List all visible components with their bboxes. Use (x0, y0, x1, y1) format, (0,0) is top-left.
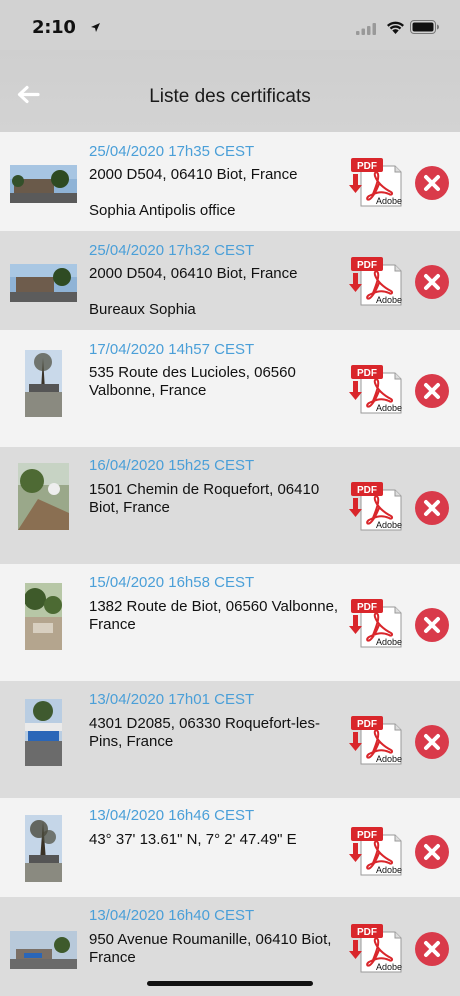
page-title: Liste des certificats (149, 86, 311, 107)
delete-x-icon (415, 166, 449, 200)
pdf-adobe-icon: PDF Adobe (349, 924, 402, 973)
certificate-photo (10, 165, 77, 203)
adobe-brand-text: Adobe (376, 196, 402, 206)
pdf-badge-text: PDF (357, 260, 377, 271)
navigation-bar: Liste des certificats (0, 50, 460, 132)
certificate-row[interactable]: 17/04/2020 14h57 CEST 535 Route des Luci… (0, 330, 460, 447)
pdf-button[interactable]: PDF Adobe (349, 255, 403, 307)
certificate-list: 25/04/2020 17h35 CEST 2000 D504, 06410 B… (0, 132, 460, 996)
pdf-badge-text: PDF (357, 927, 377, 938)
adobe-brand-text: Adobe (376, 865, 402, 875)
certificate-address: 4301 D2085, 06330 Roquefort-les-Pins, Fr… (89, 715, 320, 750)
pdf-button[interactable]: PDF Adobe (349, 714, 403, 766)
adobe-brand-text: Adobe (376, 962, 402, 972)
certificate-note: Bureaux Sophia (89, 301, 196, 318)
certificate-row[interactable]: 25/04/2020 17h32 CEST 2000 D504, 06410 B… (0, 231, 460, 330)
certificate-address: 43° 37' 13.61" N, 7° 2' 47.49" E (89, 831, 297, 848)
delete-button[interactable] (415, 725, 449, 759)
adobe-brand-text: Adobe (376, 403, 402, 413)
delete-button[interactable] (415, 932, 449, 966)
certificate-date: 15/04/2020 16h58 CEST (89, 574, 255, 591)
certificate-row[interactable]: 15/04/2020 16h58 CEST 1382 Route de Biot… (0, 564, 460, 681)
cellular-signal-icon (356, 22, 376, 40)
certificate-date: 25/04/2020 17h32 CEST (89, 242, 255, 259)
location-arrow-icon (90, 20, 101, 38)
adobe-brand-text: Adobe (376, 295, 402, 305)
certificate-row[interactable]: 16/04/2020 15h25 CEST 1501 Chemin de Roq… (0, 447, 460, 564)
delete-button[interactable] (415, 608, 449, 642)
delete-x-icon (415, 835, 449, 869)
delete-button[interactable] (415, 265, 449, 299)
certificate-photo (10, 931, 77, 969)
delete-button[interactable] (415, 374, 449, 408)
adobe-brand-text: Adobe (376, 754, 402, 764)
certificate-date: 13/04/2020 16h40 CEST (89, 907, 255, 924)
delete-x-icon (415, 265, 449, 299)
certificate-photo (25, 350, 62, 417)
pdf-adobe-icon: PDF Adobe (349, 716, 402, 765)
pdf-button[interactable]: PDF Adobe (349, 922, 403, 974)
status-bar: 2:10 (0, 0, 460, 50)
delete-button[interactable] (415, 166, 449, 200)
pdf-button[interactable]: PDF Adobe (349, 480, 403, 532)
certificate-photo (25, 699, 62, 766)
certificate-address: 535 Route des Lucioles, 06560 Valbonne, … (89, 364, 296, 399)
certificate-photo (25, 583, 62, 650)
pdf-button[interactable]: PDF Adobe (349, 363, 403, 415)
certificate-address: 950 Avenue Roumanille, 06410 Biot, Franc… (89, 931, 332, 966)
certificate-note: Sophia Antipolis office (89, 202, 236, 219)
delete-x-icon (415, 725, 449, 759)
wifi-icon (386, 19, 405, 39)
certificate-date: 16/04/2020 15h25 CEST (89, 457, 255, 474)
certificate-address: 1382 Route de Biot, 06560 Valbonne, Fran… (89, 598, 339, 633)
pdf-adobe-icon: PDF Adobe (349, 599, 402, 648)
status-time: 2:10 (32, 17, 76, 38)
pdf-adobe-icon: PDF Adobe (349, 482, 402, 531)
pdf-button[interactable]: PDF Adobe (349, 156, 403, 208)
adobe-brand-text: Adobe (376, 520, 402, 530)
pdf-badge-text: PDF (357, 602, 377, 613)
certificate-photo (18, 463, 69, 530)
certificate-address: 1501 Chemin de Roquefort, 06410 Biot, Fr… (89, 481, 320, 516)
pdf-adobe-icon: PDF Adobe (349, 365, 402, 414)
pdf-badge-text: PDF (357, 161, 377, 172)
certificate-address: 2000 D504, 06410 Biot, France (89, 265, 298, 282)
certificate-date: 13/04/2020 16h46 CEST (89, 807, 255, 824)
delete-x-icon (415, 374, 449, 408)
certificate-address: 2000 D504, 06410 Biot, France (89, 166, 298, 183)
pdf-badge-text: PDF (357, 485, 377, 496)
delete-button[interactable] (415, 835, 449, 869)
battery-icon (410, 20, 440, 39)
pdf-badge-text: PDF (357, 719, 377, 730)
certificate-row[interactable]: 25/04/2020 17h35 CEST 2000 D504, 06410 B… (0, 132, 460, 231)
pdf-button[interactable]: PDF Adobe (349, 597, 403, 649)
certificate-photo (25, 815, 62, 882)
pdf-adobe-icon: PDF Adobe (349, 827, 402, 876)
delete-button[interactable] (415, 491, 449, 525)
adobe-brand-text: Adobe (376, 637, 402, 647)
certificate-photo (10, 264, 77, 302)
delete-x-icon (415, 491, 449, 525)
delete-x-icon (415, 608, 449, 642)
pdf-badge-text: PDF (357, 830, 377, 841)
pdf-adobe-icon: PDF Adobe (349, 158, 402, 207)
home-indicator[interactable] (147, 981, 313, 986)
pdf-badge-text: PDF (357, 368, 377, 379)
pdf-button[interactable]: PDF Adobe (349, 825, 403, 877)
delete-x-icon (415, 932, 449, 966)
certificate-date: 17/04/2020 14h57 CEST (89, 341, 255, 358)
pdf-adobe-icon: PDF Adobe (349, 257, 402, 306)
certificate-row[interactable]: 13/04/2020 17h01 CEST 4301 D2085, 06330 … (0, 681, 460, 798)
certificate-date: 13/04/2020 17h01 CEST (89, 691, 255, 708)
certificate-date: 25/04/2020 17h35 CEST (89, 143, 255, 160)
certificate-row[interactable]: 13/04/2020 16h46 CEST 43° 37' 13.61" N, … (0, 798, 460, 897)
